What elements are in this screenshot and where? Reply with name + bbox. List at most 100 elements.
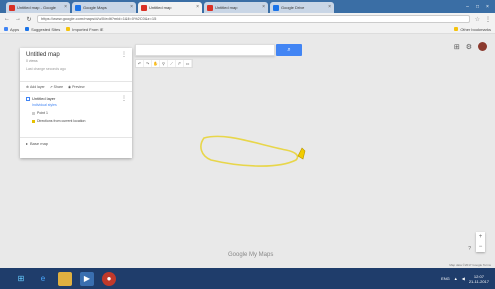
map-canvas[interactable]: ⌕ ↶ ↷ ✋ ⚲ ⟋ ↱ ▭ ⊞ ⚙ Untitled map 0 views… bbox=[0, 34, 495, 268]
bookmark-imported[interactable]: Imported From IE bbox=[66, 27, 103, 32]
avatar[interactable] bbox=[478, 42, 487, 51]
network-icon[interactable]: ▲ bbox=[454, 276, 458, 281]
tab-close-icon[interactable]: × bbox=[262, 5, 265, 10]
clock[interactable]: 12:07 21-11-2017 bbox=[469, 274, 489, 284]
map-views: 0 views bbox=[26, 59, 38, 63]
tab-favicon-icon bbox=[273, 4, 279, 11]
zoom-control: + − bbox=[476, 232, 485, 252]
layer-name: Untitled layer bbox=[32, 96, 56, 101]
close-window-icon[interactable]: × bbox=[484, 4, 491, 10]
more-options-icon[interactable]: ⋮ bbox=[121, 51, 127, 58]
map-title[interactable]: Untitled map bbox=[26, 52, 127, 58]
url-input[interactable]: https://www.google.com/maps/d/u/0/edit?m… bbox=[37, 15, 470, 23]
google-my-maps-logo: Google My Maps bbox=[228, 252, 274, 258]
panel-header: Untitled map 0 views Last change seconds… bbox=[20, 48, 132, 82]
tab-favicon-icon bbox=[207, 4, 213, 11]
add-layer-label: Add layer bbox=[29, 84, 45, 89]
layer-style-link[interactable]: Individual styles bbox=[32, 103, 126, 107]
layer-checkbox[interactable] bbox=[26, 96, 30, 101]
search-button[interactable]: ⌕ bbox=[276, 44, 302, 56]
base-map-toggle[interactable]: ▸ Base map bbox=[20, 138, 132, 149]
zoom-out-button[interactable]: − bbox=[476, 242, 485, 252]
browser-tab[interactable]: Google Drive × bbox=[270, 2, 334, 13]
tab-favicon-icon bbox=[9, 4, 15, 11]
bookmark-label: Suggested Sites bbox=[31, 26, 61, 32]
tab-title: Google Maps bbox=[83, 5, 107, 10]
folder-icon bbox=[25, 27, 30, 31]
tab-title: Untitled map - Google bbox=[17, 5, 56, 10]
file-explorer-icon[interactable] bbox=[58, 271, 72, 286]
list-item-label: Point 1 bbox=[37, 111, 48, 115]
tab-close-icon[interactable]: × bbox=[328, 5, 331, 10]
hand-icon[interactable]: ✋ bbox=[152, 60, 160, 67]
tab-title: Google Drive bbox=[281, 5, 305, 10]
address-bar: ← → ↻ https://www.google.com/maps/d/u/0/… bbox=[0, 13, 495, 25]
folder-icon bbox=[66, 27, 71, 31]
bookmark-star-icon[interactable]: ☆ bbox=[475, 16, 480, 23]
share-label: Share bbox=[53, 84, 64, 89]
bookmark-suggested[interactable]: Suggested Sites bbox=[25, 27, 60, 32]
layer-title[interactable]: Untitled layer bbox=[26, 96, 126, 101]
forward-icon[interactable]: → bbox=[15, 16, 21, 22]
maximize-icon[interactable]: □ bbox=[474, 4, 481, 10]
menu-icon[interactable]: ⋮ bbox=[485, 16, 491, 23]
apps-icon bbox=[4, 27, 8, 31]
apps-grid-icon[interactable]: ⊞ bbox=[454, 43, 460, 51]
settings-icon[interactable]: ⚙ bbox=[466, 43, 472, 51]
preview-button[interactable]: ◉ Preview bbox=[68, 85, 85, 89]
route-line[interactable] bbox=[200, 135, 299, 167]
drawn-route[interactable] bbox=[196, 130, 316, 180]
language-indicator[interactable]: ENG bbox=[441, 276, 450, 281]
window-controls: – □ × bbox=[464, 4, 495, 10]
bookmark-apps[interactable]: Apps bbox=[4, 27, 19, 32]
redo-icon[interactable]: ↷ bbox=[144, 60, 152, 67]
map-side-panel: Untitled map 0 views Last change seconds… bbox=[20, 48, 132, 158]
browser-tab[interactable]: Untitled map - Google × bbox=[6, 2, 70, 13]
chrome-icon[interactable]: ● bbox=[102, 271, 116, 286]
tab-favicon-icon bbox=[75, 4, 81, 11]
tab-close-icon[interactable]: × bbox=[196, 5, 199, 10]
folder-icon bbox=[454, 27, 459, 31]
windows-taskbar: ⊞ e ▶ ● ENG ▲ ◀ 12:07 21-11-2017 bbox=[0, 268, 495, 289]
browser-tab[interactable]: Google Maps × bbox=[72, 2, 136, 13]
marker-icon[interactable]: ⚲ bbox=[160, 60, 168, 67]
map-search-input[interactable] bbox=[135, 44, 275, 56]
add-layer-button[interactable]: ⊕ Add layer bbox=[26, 85, 45, 89]
preview-icon: ◉ bbox=[68, 84, 72, 89]
share-button[interactable]: ⇗ Share bbox=[50, 85, 63, 89]
help-icon[interactable]: ? bbox=[468, 246, 471, 252]
directions-icon[interactable]: ↱ bbox=[176, 60, 184, 67]
undo-icon[interactable]: ↶ bbox=[136, 60, 144, 67]
media-player-icon[interactable]: ▶ bbox=[80, 271, 94, 286]
pin-icon bbox=[32, 119, 35, 123]
ruler-icon[interactable]: ▭ bbox=[184, 60, 192, 67]
panel-actions: ⊕ Add layer ⇗ Share ◉ Preview bbox=[20, 82, 132, 92]
tab-close-icon[interactable]: × bbox=[130, 5, 133, 10]
back-icon[interactable]: ← bbox=[4, 16, 10, 22]
tab-title: Untitled map bbox=[215, 5, 238, 10]
browser-tab-active[interactable]: Untitled map × bbox=[138, 2, 202, 13]
volume-icon[interactable]: ◀ bbox=[462, 276, 465, 281]
list-item[interactable]: Directions from current location bbox=[32, 119, 126, 123]
draw-line-icon[interactable]: ⟋ bbox=[168, 60, 176, 67]
browser-tab[interactable]: Untitled map × bbox=[204, 2, 268, 13]
tab-close-icon[interactable]: × bbox=[64, 5, 67, 10]
map-footer: Map data ©2017 Google Terms bbox=[449, 263, 491, 267]
reload-icon[interactable]: ↻ bbox=[26, 16, 32, 23]
start-button[interactable]: ⊞ bbox=[14, 272, 28, 286]
bookmark-label: Imported From IE bbox=[72, 26, 104, 32]
other-bookmarks[interactable]: Other bookmarks bbox=[454, 27, 491, 32]
internet-explorer-icon[interactable]: e bbox=[36, 272, 50, 286]
list-item[interactable]: Point 1 bbox=[32, 111, 126, 115]
bookmark-label: Apps bbox=[10, 26, 20, 32]
marker-pin-icon[interactable] bbox=[297, 147, 306, 160]
zoom-in-button[interactable]: + bbox=[476, 232, 485, 242]
layer-options-icon[interactable]: ⋮ bbox=[121, 95, 127, 102]
map-toolbar: ↶ ↷ ✋ ⚲ ⟋ ↱ ▭ bbox=[135, 59, 193, 68]
browser-tab-strip: Untitled map - Google × Google Maps × Un… bbox=[0, 0, 495, 13]
bookmarks-bar: Apps Suggested Sites Imported From IE Ot… bbox=[0, 25, 495, 34]
chevron-right-icon: ▸ bbox=[26, 141, 29, 146]
preview-label: Preview bbox=[72, 84, 85, 89]
map-last-change: Last change seconds ago bbox=[26, 67, 66, 71]
minimize-icon[interactable]: – bbox=[464, 4, 471, 10]
